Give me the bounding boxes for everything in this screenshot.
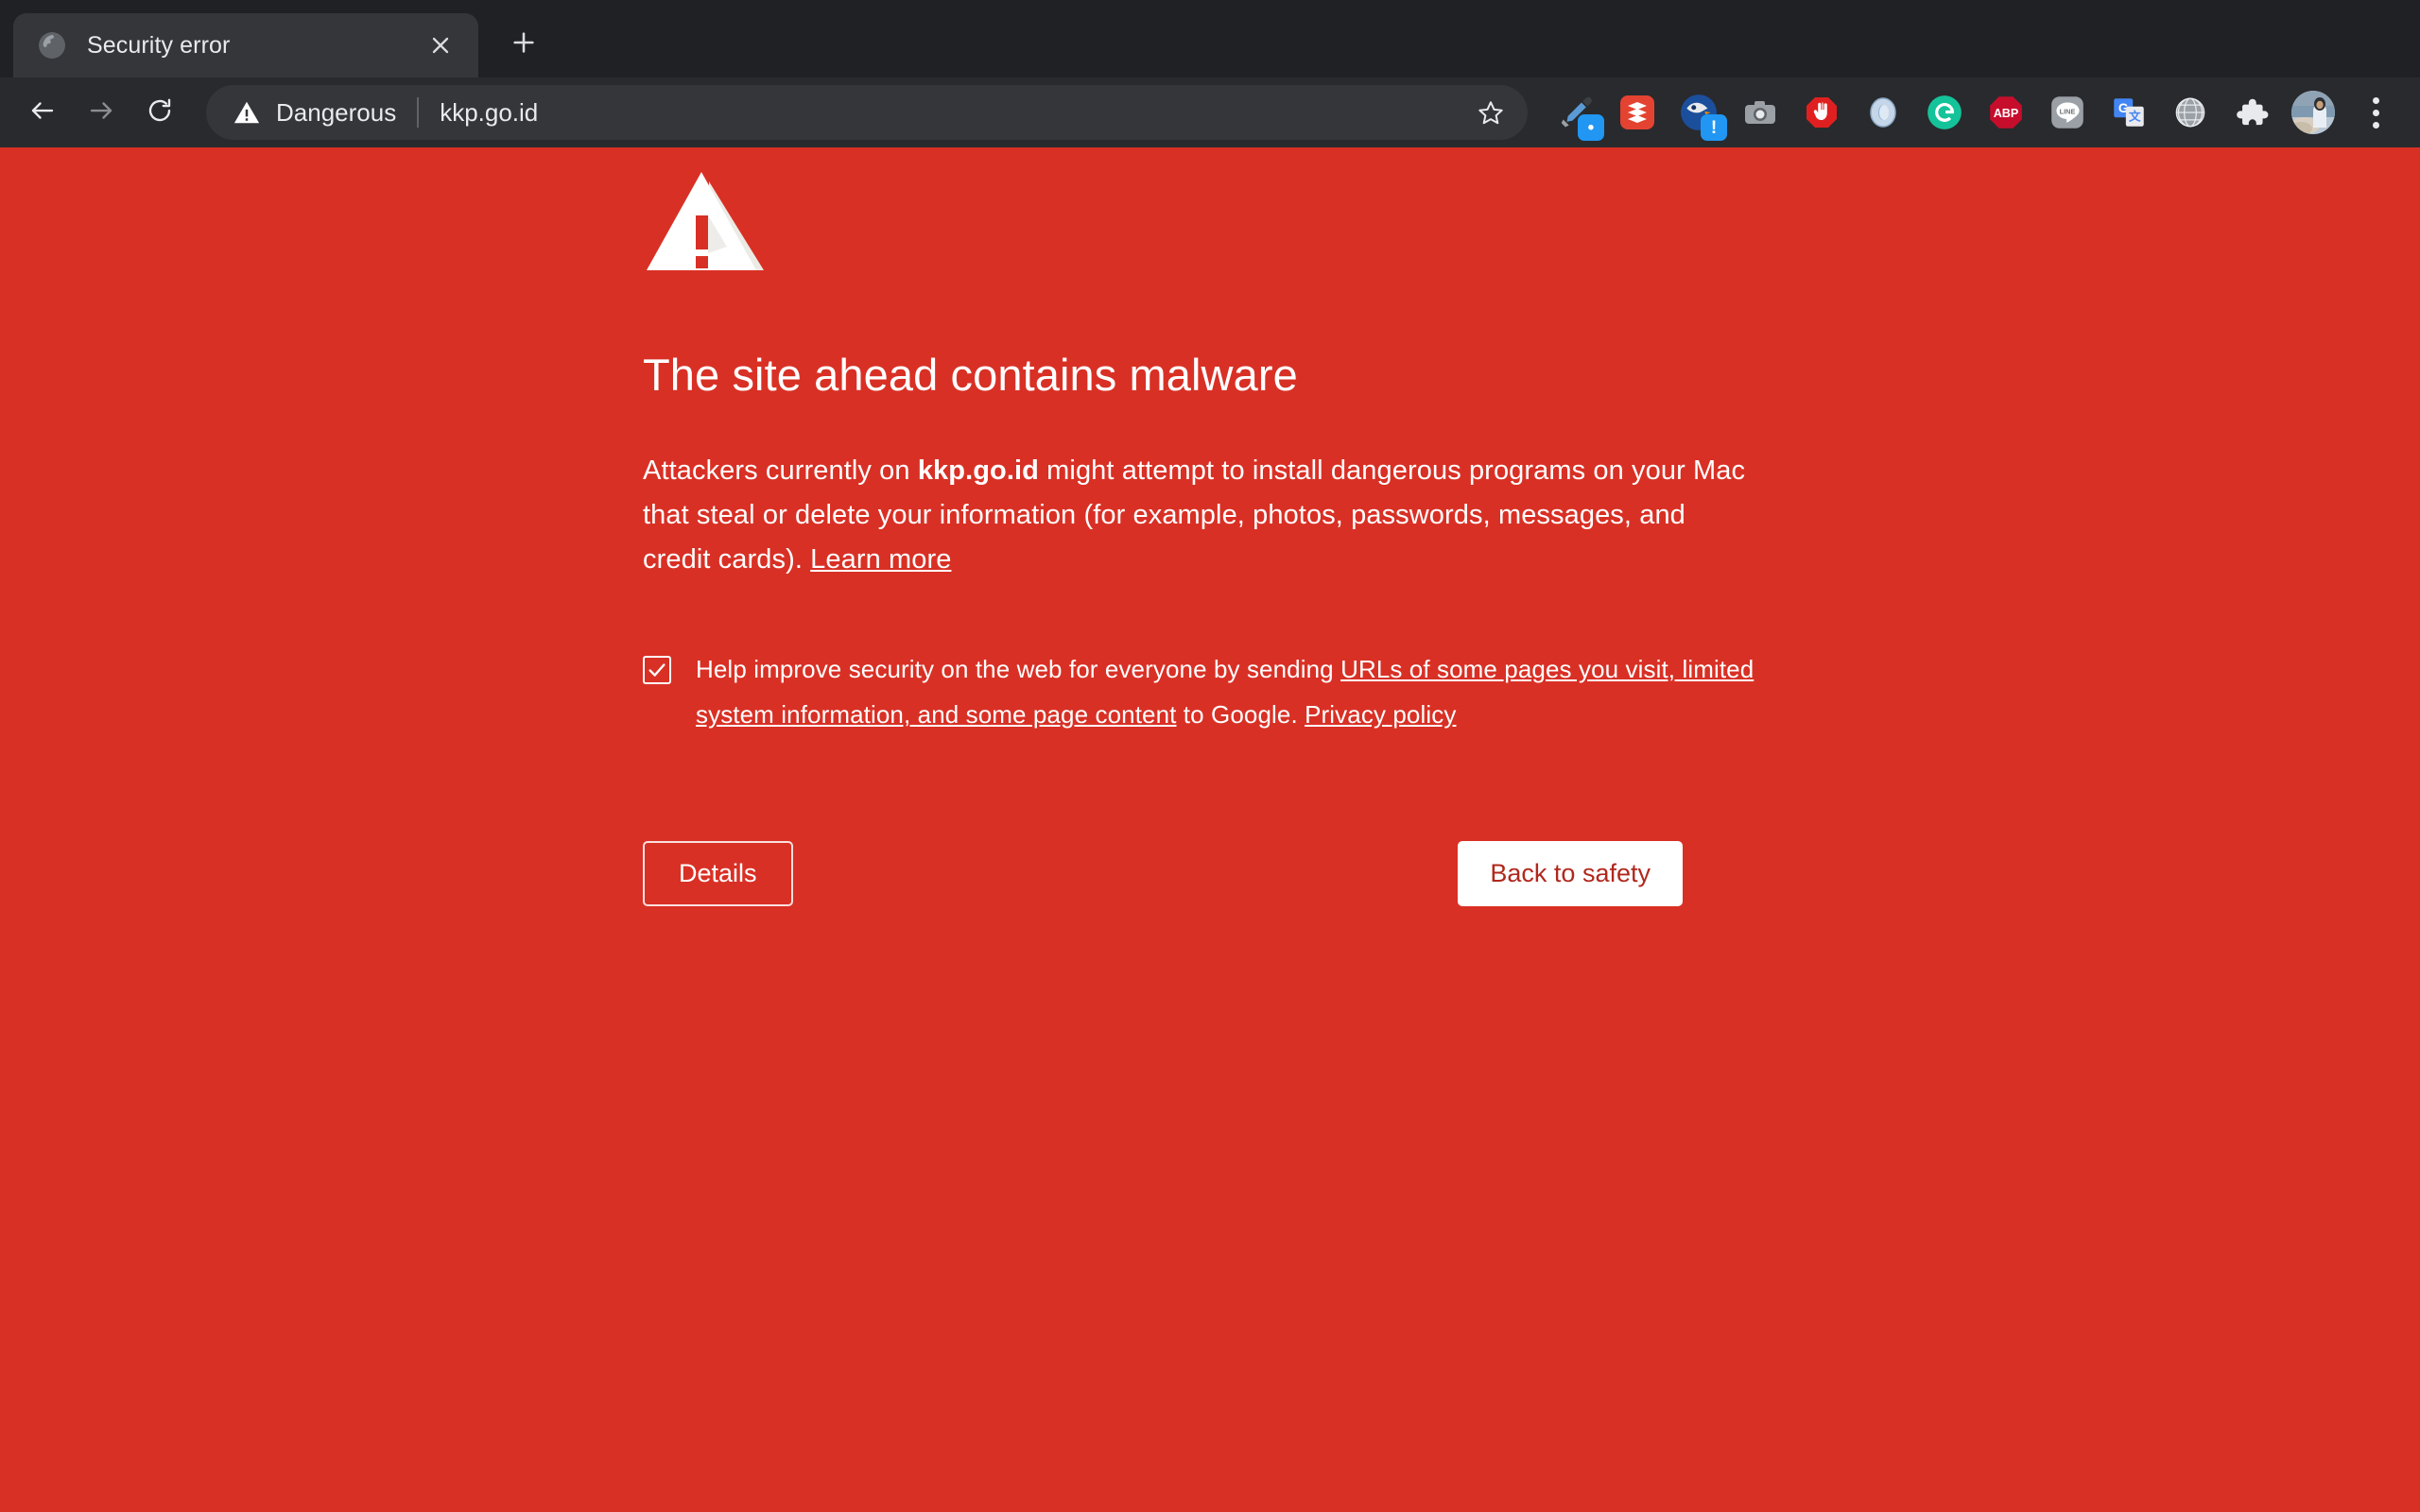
stop-hand-extension-icon[interactable] [1796,87,1847,138]
extensions-puzzle-icon[interactable] [2226,87,2277,138]
line-extension-icon[interactable]: LINE [2042,87,2093,138]
warning-triangle-icon [233,98,261,127]
todoist-extension-icon[interactable] [1612,87,1663,138]
plus-icon [510,29,537,60]
google-translate-extension-icon[interactable]: G 文 [2103,87,2154,138]
browser-toolbar: Dangerous kkp.go.id • ! ABP LINE G 文 [0,77,2420,147]
globe-icon [38,31,66,60]
back-to-safety-button[interactable]: Back to safety [1458,841,1683,907]
interstitial-content: The site ahead contains malware Attacker… [643,166,1758,907]
opt-in-checkbox[interactable] [643,656,671,685]
tab-security-error[interactable]: Security error [13,13,478,77]
optin-part1: Help improve security on the web for eve… [696,655,1341,684]
security-status-chip[interactable]: Dangerous [233,98,396,128]
optin-part2: to Google. [1176,700,1305,730]
address-bar[interactable]: Dangerous kkp.go.id [206,85,1528,140]
reload-button[interactable] [130,83,189,142]
avatar[interactable] [2288,87,2339,138]
site-domain: kkp.go.id [917,455,1039,487]
thunderbird-extension-icon[interactable]: ! [1673,87,1727,141]
extensions-area: • ! ABP LINE G 文 [1535,86,2399,141]
tab-title: Security error [87,31,231,59]
warning-triangle-icon [643,166,1758,283]
adblock-plus-extension-icon[interactable]: ABP [1980,87,2031,138]
svg-text:LINE: LINE [2060,108,2076,116]
svg-text:ABP: ABP [1994,107,2019,120]
learn-more-link[interactable]: Learn more [810,544,951,575]
svg-text:文: 文 [2129,109,2141,123]
eyedropper-extension-icon[interactable]: • [1550,87,1604,141]
grammarly-extension-icon[interactable] [1919,87,1970,138]
blue-ring-extension-icon[interactable] [1858,87,1909,138]
opt-in-label: Help improve security on the web for eve… [696,646,1754,737]
back-arrow-icon [28,96,57,129]
reload-icon [146,96,174,129]
browser-window: Security error Dangerous kkp.go.id • ! A… [0,0,2420,1512]
close-icon[interactable] [420,25,461,66]
reporting-optin[interactable]: Help improve security on the web for eve… [643,646,1758,737]
privacy-policy-link[interactable]: Privacy policy [1305,700,1456,729]
security-status-label: Dangerous [276,97,397,127]
page-title: The site ahead contains malware [643,350,1298,400]
forward-button[interactable] [72,83,130,142]
camera-extension-icon[interactable] [1735,87,1786,138]
tab-strip: Security error [0,0,2420,77]
extension-badge: • [1578,114,1604,141]
back-button[interactable] [13,83,72,142]
body-before-site: Attackers currently on [643,455,918,487]
new-tab-button[interactable] [497,18,550,71]
action-buttons: Details Back to safety [643,841,1683,907]
malware-interstitial: The site ahead contains malware Attacker… [0,147,2420,1512]
omnibox-separator [417,97,420,128]
star-icon[interactable] [1465,87,1516,138]
forward-arrow-icon [87,96,115,129]
details-button[interactable]: Details [643,841,793,907]
three-dot-menu-icon[interactable] [2352,86,2399,139]
extension-badge: ! [1701,114,1727,141]
globe-extension-icon[interactable] [2165,87,2216,138]
interstitial-body: Attackers currently on kkp.go.id might a… [643,449,1758,582]
url-text[interactable]: kkp.go.id [440,98,1465,128]
